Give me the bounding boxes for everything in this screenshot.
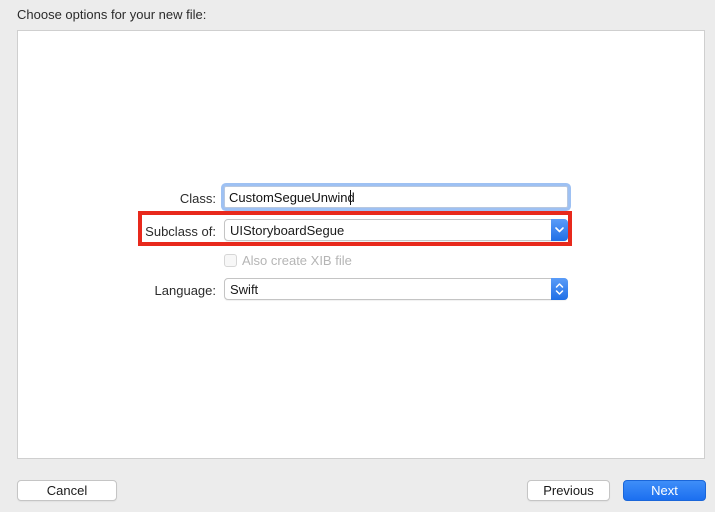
chevron-down-icon[interactable]: [551, 219, 568, 241]
xib-checkbox[interactable]: [224, 254, 237, 267]
text-caret: [350, 190, 351, 205]
subclass-value: UIStoryboardSegue: [230, 223, 345, 238]
subclass-popup[interactable]: UIStoryboardSegue: [224, 219, 568, 241]
class-label: Class:: [179, 191, 216, 206]
subclass-label: Subclass of:: [145, 224, 216, 239]
next-button[interactable]: Next: [623, 480, 706, 501]
cancel-button[interactable]: Cancel: [17, 480, 117, 501]
dialog-title: Choose options for your new file:: [17, 7, 207, 22]
previous-button[interactable]: Previous: [527, 480, 610, 501]
language-popup[interactable]: Swift: [224, 278, 568, 300]
class-name-input[interactable]: [224, 186, 568, 208]
language-value: Swift: [230, 282, 259, 297]
xib-checkbox-label: Also create XIB file: [242, 253, 352, 268]
language-label: Language:: [154, 283, 216, 298]
chevron-up-down-icon[interactable]: [551, 278, 568, 300]
